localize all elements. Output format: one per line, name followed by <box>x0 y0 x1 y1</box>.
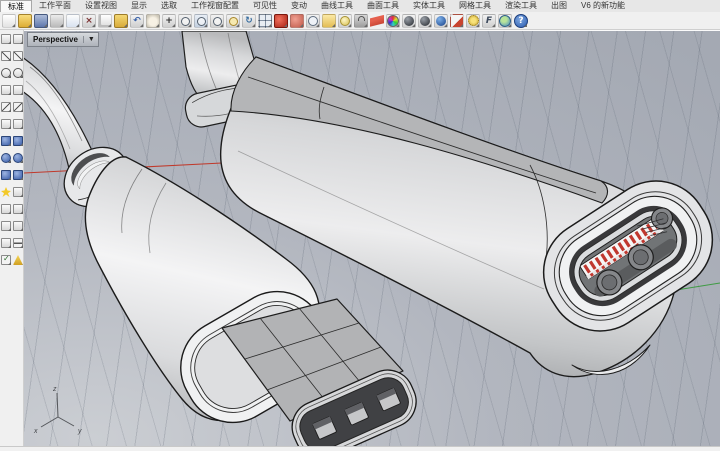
surface-from-points-icon[interactable] <box>1 136 11 146</box>
ghosted-view-icon[interactable] <box>418 14 432 28</box>
edit-text-icon[interactable] <box>66 14 80 28</box>
left-toolbar <box>0 30 24 450</box>
cone-icon[interactable] <box>13 255 23 265</box>
undo-icon[interactable]: ↶ <box>130 14 144 28</box>
analyze-check-icon[interactable] <box>1 255 11 265</box>
layer-icon[interactable] <box>370 14 384 28</box>
menu-tab-2[interactable]: 工作平面 <box>32 0 78 12</box>
tube-icon[interactable] <box>13 170 23 180</box>
rectangle-icon[interactable] <box>1 85 11 95</box>
menu-tab-14[interactable]: 出图 <box>544 0 574 12</box>
chamfer-icon[interactable] <box>13 221 23 231</box>
color-wheel-icon[interactable] <box>386 14 400 28</box>
shaded-view-icon[interactable] <box>402 14 416 28</box>
polyline-icon[interactable] <box>1 102 11 112</box>
light-icon[interactable] <box>338 14 352 28</box>
sphere-icon[interactable] <box>1 153 11 163</box>
menu-tab-9[interactable]: 曲线工具 <box>314 0 360 12</box>
open-file-icon[interactable] <box>18 14 32 28</box>
cplane-axis-gizmo: z x y <box>33 386 82 435</box>
paintbrush-icon[interactable] <box>450 14 464 28</box>
zoom-dynamic-icon[interactable] <box>178 14 192 28</box>
edit-points-icon[interactable] <box>1 34 11 44</box>
rendered-view-icon[interactable] <box>434 14 448 28</box>
help-icon[interactable]: ? <box>514 14 528 28</box>
bottom-strip <box>0 446 720 451</box>
zoom-selected-icon[interactable] <box>226 14 240 28</box>
menu-tab-11[interactable]: 实体工具 <box>406 0 452 12</box>
web-browser-icon[interactable] <box>498 14 512 28</box>
control-point-curve-icon[interactable] <box>1 51 11 61</box>
join-icon[interactable] <box>13 187 23 197</box>
selection-filter-icon[interactable] <box>322 14 336 28</box>
menu-tab-4[interactable]: 显示 <box>124 0 154 12</box>
viewport-tab[interactable]: Perspective ▼ <box>27 32 99 47</box>
render-icon[interactable] <box>274 14 288 28</box>
menu-tab-8[interactable]: 变动 <box>284 0 314 12</box>
trim-icon[interactable] <box>1 204 11 214</box>
menu-tab-10[interactable]: 曲面工具 <box>360 0 406 12</box>
standard-toolbar: × ↶ + ↻ F? <box>0 12 720 30</box>
polygon-icon[interactable] <box>13 85 23 95</box>
sketch-curve-icon[interactable] <box>13 51 23 61</box>
gizmo-x-label: x <box>33 428 38 435</box>
zoom-extents-icon[interactable] <box>210 14 224 28</box>
render-preview-icon[interactable] <box>290 14 304 28</box>
menu-tab-1[interactable]: 标准 <box>0 0 32 12</box>
menu-tab-12[interactable]: 网格工具 <box>452 0 498 12</box>
zoom-window-icon[interactable] <box>194 14 208 28</box>
chevron-down-icon[interactable]: ▼ <box>83 36 95 43</box>
gizmo-z-label: z <box>52 386 57 393</box>
arc-icon[interactable] <box>13 102 23 112</box>
viewport-layout-icon[interactable] <box>258 14 272 28</box>
gizmo-y-label: y <box>77 428 82 435</box>
rotate-view-icon[interactable]: ↻ <box>242 14 256 28</box>
options-gear-icon[interactable] <box>466 14 480 28</box>
scene-3d: z x y <box>24 31 720 447</box>
save-file-icon[interactable] <box>34 14 48 28</box>
menu-tab-7[interactable]: 可见性 <box>246 0 284 12</box>
menu-tab-6[interactable]: 工作视窗配置 <box>184 0 246 12</box>
delete-icon[interactable]: × <box>82 14 96 28</box>
rhino-window: 标准工作平面设置视图显示选取工作视窗配置可见性变动曲线工具曲面工具实体工具网格工… <box>0 0 720 450</box>
loft-surface-icon[interactable] <box>13 136 23 146</box>
split-icon[interactable] <box>13 204 23 214</box>
print-icon[interactable] <box>50 14 64 28</box>
pan-view-icon[interactable] <box>146 14 160 28</box>
menu-tab-15[interactable]: V6 的新功能 <box>574 0 632 12</box>
viewport-title: Perspective <box>33 35 78 44</box>
lock-icon[interactable] <box>354 14 368 28</box>
menu-tab-3[interactable]: 设置视图 <box>78 0 124 12</box>
menu-tab-5[interactable]: 选取 <box>154 0 184 12</box>
cylinder-icon[interactable] <box>13 153 23 163</box>
dimension-icon[interactable] <box>13 238 23 248</box>
fillet-icon[interactable] <box>1 221 11 231</box>
viewport-perspective[interactable]: Perspective ▼ <box>24 30 720 446</box>
menu-tab-13[interactable]: 渲染工具 <box>498 0 544 12</box>
curve-tools-icon[interactable] <box>1 119 11 129</box>
history-icon[interactable] <box>306 14 320 28</box>
new-document-icon[interactable] <box>2 14 16 28</box>
array-icon[interactable] <box>1 238 11 248</box>
offset-icon[interactable] <box>13 119 23 129</box>
explode-icon[interactable] <box>1 187 11 197</box>
paste-icon[interactable] <box>114 14 128 28</box>
circle-icon[interactable] <box>1 68 11 78</box>
ellipse-icon[interactable] <box>13 68 23 78</box>
select-lasso-icon[interactable] <box>13 34 23 44</box>
move-icon[interactable]: + <box>162 14 176 28</box>
command-macro-icon[interactable]: F <box>482 14 496 28</box>
copy-icon[interactable] <box>98 14 112 28</box>
box-icon[interactable] <box>1 170 11 180</box>
